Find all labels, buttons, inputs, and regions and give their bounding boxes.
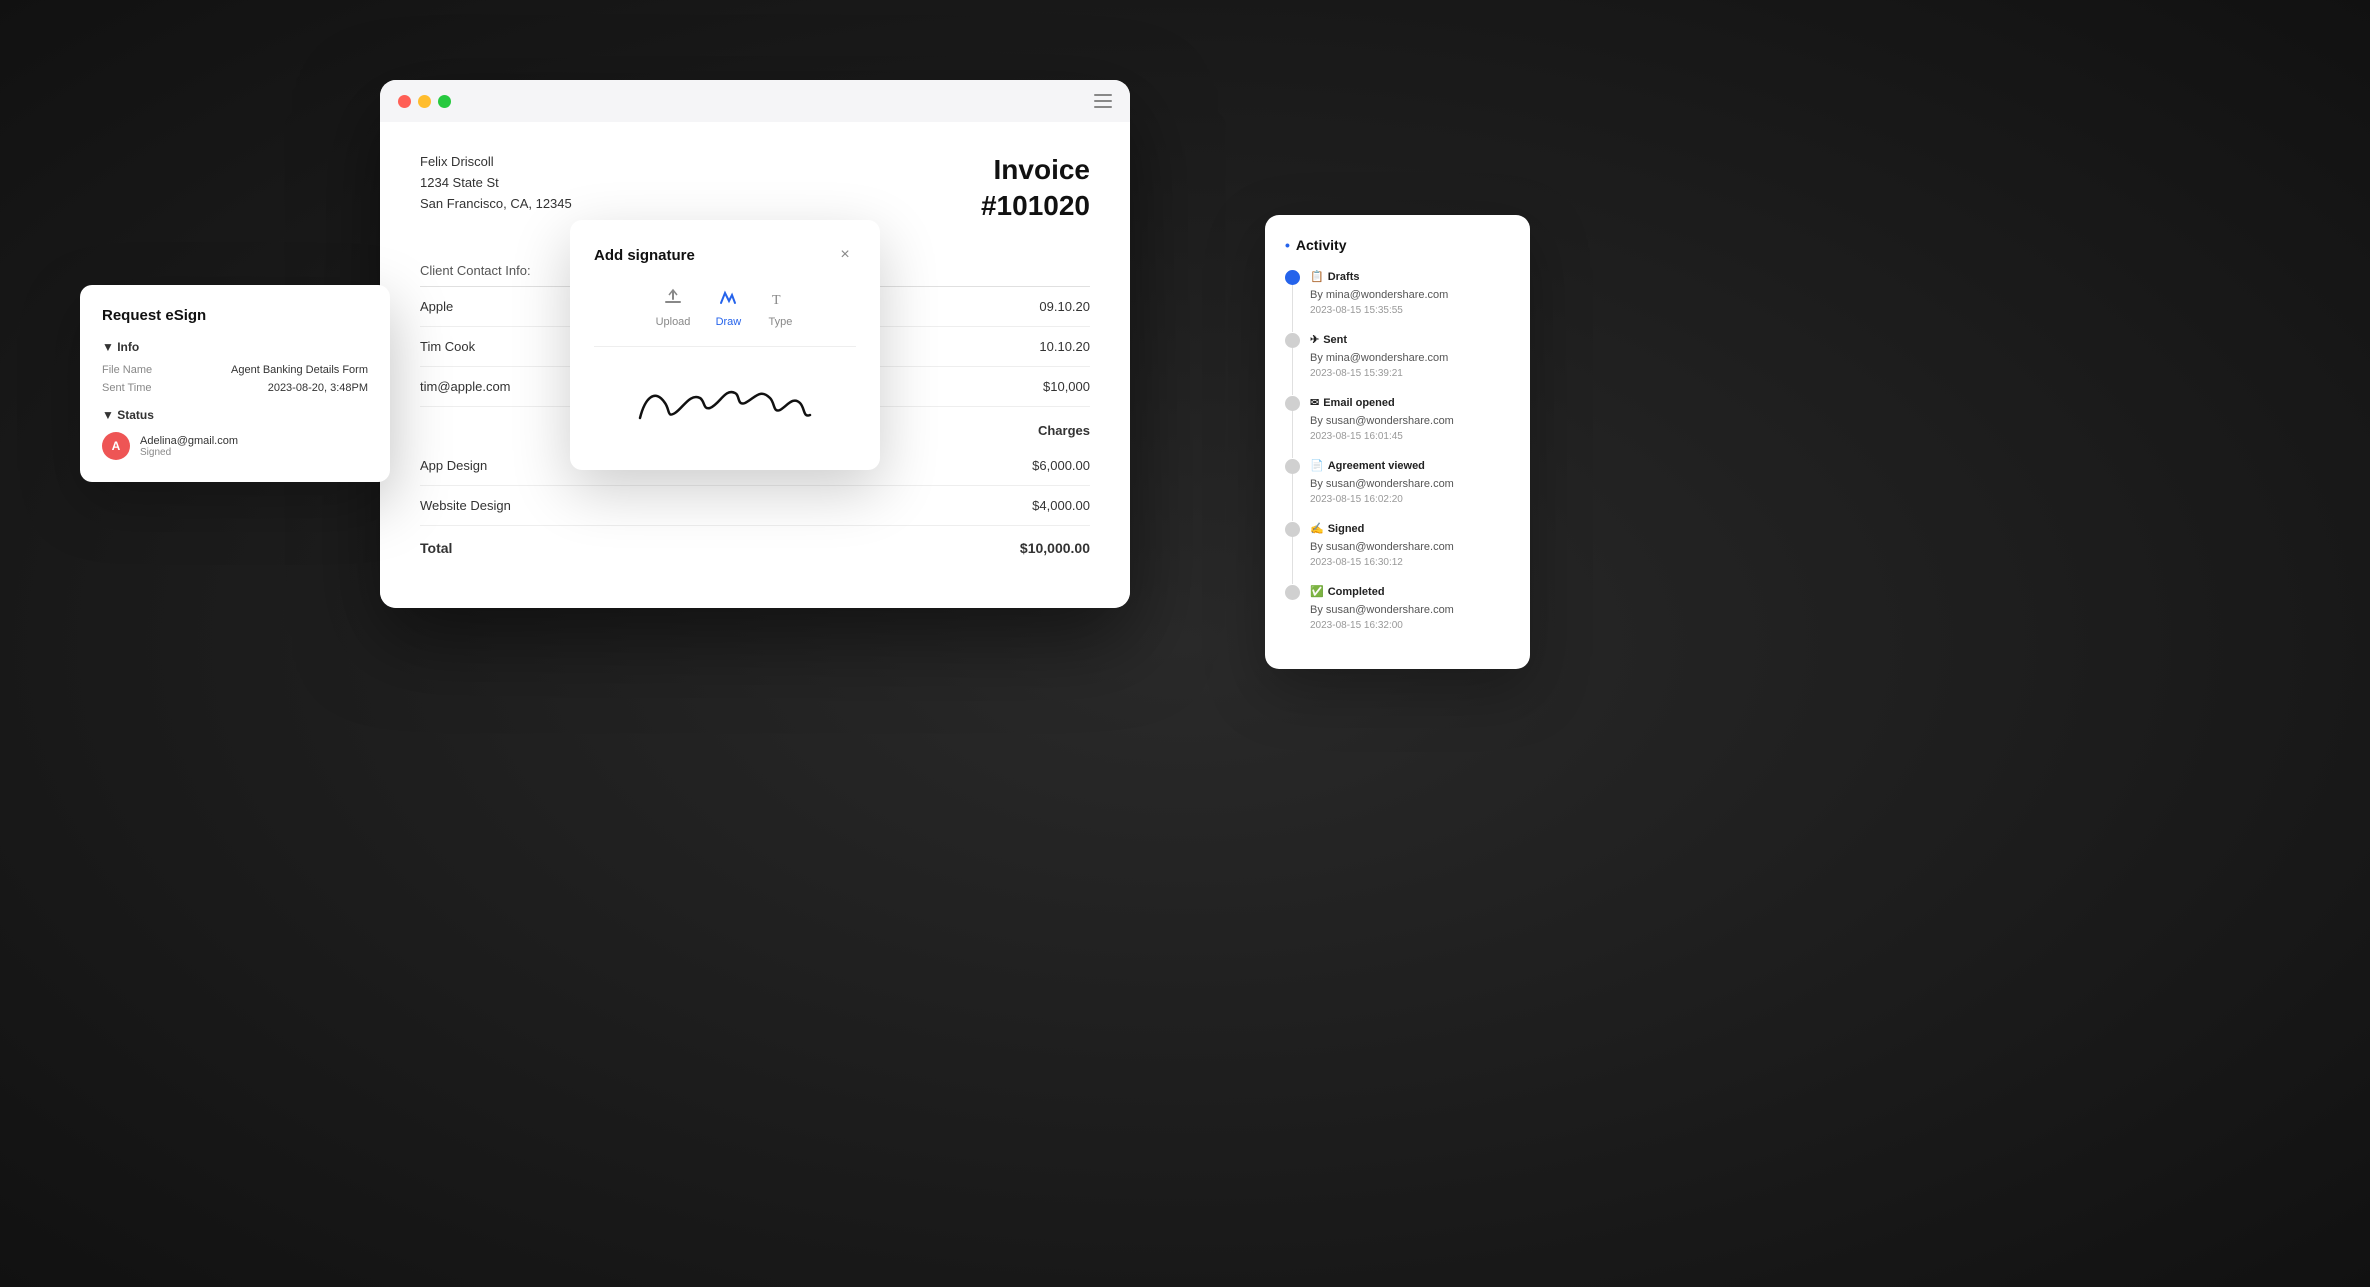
invoice-label: Invoice [981,152,1090,188]
activity-time: 2023-08-15 16:01:45 [1310,429,1454,444]
invoice-header: Felix Driscoll 1234 State St San Francis… [420,152,1090,225]
activity-by: By susan@wondershare.com [1310,602,1454,619]
svg-text:T: T [772,293,781,308]
type-tab[interactable]: T Type [766,284,794,328]
signed-icon: ✍ [1310,521,1324,538]
status-email: Adelina@gmail.com [140,435,238,447]
activity-item-agreement-viewed: 📄 Agreement viewed By susan@wondershare.… [1285,458,1510,521]
activity-item-signed: ✍ Signed By susan@wondershare.com 2023-0… [1285,521,1510,584]
type-icon: T [766,284,794,312]
email-icon: ✉ [1310,395,1319,412]
total-amount: $10,000.00 [830,525,1090,568]
titlebar [380,80,1130,122]
activity-time: 2023-08-15 15:39:21 [1310,366,1448,381]
activity-time: 2023-08-15 16:32:00 [1310,618,1454,633]
activity-event: ✅ Completed [1310,584,1454,601]
total-label: Total [420,525,830,568]
completed-icon: ✅ [1310,584,1324,601]
info-section: ▼ Info File Name Agent Banking Details F… [102,340,368,394]
status-badge: Signed [140,447,238,458]
close-button[interactable] [398,95,411,108]
info-header: ▼ Info [102,340,368,354]
activity-by: By mina@wondershare.com [1310,350,1448,367]
traffic-lights [398,95,451,108]
upload-tab[interactable]: Upload [656,284,691,328]
from-address2: San Francisco, CA, 12345 [420,194,572,215]
esign-panel: Request eSign ▼ Info File Name Agent Ban… [80,285,390,482]
activity-dot [1285,333,1300,348]
signature-modal: Add signature × Upload [570,220,880,470]
activity-list: 📋 Drafts By mina@wondershare.com 2023-08… [1285,269,1510,647]
activity-event: ✉ Email opened [1310,395,1454,412]
activity-event: ✍ Signed [1310,521,1454,538]
drafts-icon: 📋 [1310,269,1324,286]
activity-dot [1285,585,1300,600]
activity-time: 2023-08-15 15:35:55 [1310,303,1448,318]
from-name: Felix Driscoll [420,152,572,173]
senttime-label: Sent Time [102,382,172,394]
activity-panel: • Activity 📋 Drafts By mina@wondershare.… [1265,215,1530,669]
item2-amount: $4,000.00 [830,485,1090,525]
status-info: Adelina@gmail.com Signed [140,435,238,458]
item2-desc: Website Design [420,485,830,525]
activity-title: • Activity [1285,237,1510,253]
activity-event: 📋 Drafts [1310,269,1448,286]
activity-event: 📄 Agreement viewed [1310,458,1454,475]
maximize-button[interactable] [438,95,451,108]
activity-by: By mina@wondershare.com [1310,287,1448,304]
activity-dot [1285,270,1300,285]
modal-tabs: Upload Draw T Type [594,284,856,328]
activity-by: By susan@wondershare.com [1310,539,1454,556]
activity-time: 2023-08-15 16:30:12 [1310,555,1454,570]
invoice-from: Felix Driscoll 1234 State St San Francis… [420,152,572,214]
total-row: Total $10,000.00 [420,525,1090,568]
activity-dot [1285,459,1300,474]
from-address1: 1234 State St [420,173,572,194]
draw-tab[interactable]: Draw [714,284,742,328]
status-header: ▼ Status [102,408,368,422]
invoice-title: Invoice #101020 [981,152,1090,225]
activity-time: 2023-08-15 16:02:20 [1310,492,1454,507]
avatar: A [102,432,130,460]
activity-by: By susan@wondershare.com [1310,413,1454,430]
signature-area [594,346,856,446]
line-item-2: Website Design $4,000.00 [420,485,1090,525]
invoice-number: #101020 [981,188,1090,224]
activity-item-email-opened: ✉ Email opened By susan@wondershare.com … [1285,395,1510,458]
sent-icon: ✈ [1310,332,1319,349]
activity-item-sent: ✈ Sent By mina@wondershare.com 2023-08-1… [1285,332,1510,395]
draw-icon [714,284,742,312]
activity-item-drafts: 📋 Drafts By mina@wondershare.com 2023-08… [1285,269,1510,332]
status-item: A Adelina@gmail.com Signed [102,432,368,460]
menu-icon[interactable] [1094,94,1112,108]
filename-label: File Name [102,364,172,376]
filename-value: Agent Banking Details Form [231,364,368,376]
modal-header: Add signature × [594,244,856,266]
activity-dot [1285,522,1300,537]
esign-title: Request eSign [102,307,368,324]
background: Felix Driscoll 1234 State St San Francis… [0,0,2370,1287]
modal-title: Add signature [594,247,695,264]
upload-icon [659,284,687,312]
activity-dot [1285,396,1300,411]
senttime-row: Sent Time 2023-08-20, 3:48PM [102,382,368,394]
signature-drawing [625,368,825,438]
status-section: ▼ Status A Adelina@gmail.com Signed [102,408,368,460]
agreement-icon: 📄 [1310,458,1324,475]
minimize-button[interactable] [418,95,431,108]
activity-item-completed: ✅ Completed By susan@wondershare.com 202… [1285,584,1510,647]
activity-by: By susan@wondershare.com [1310,476,1454,493]
activity-event: ✈ Sent [1310,332,1448,349]
filename-row: File Name Agent Banking Details Form [102,364,368,376]
close-icon[interactable]: × [834,244,856,266]
senttime-value: 2023-08-20, 3:48PM [268,382,368,394]
